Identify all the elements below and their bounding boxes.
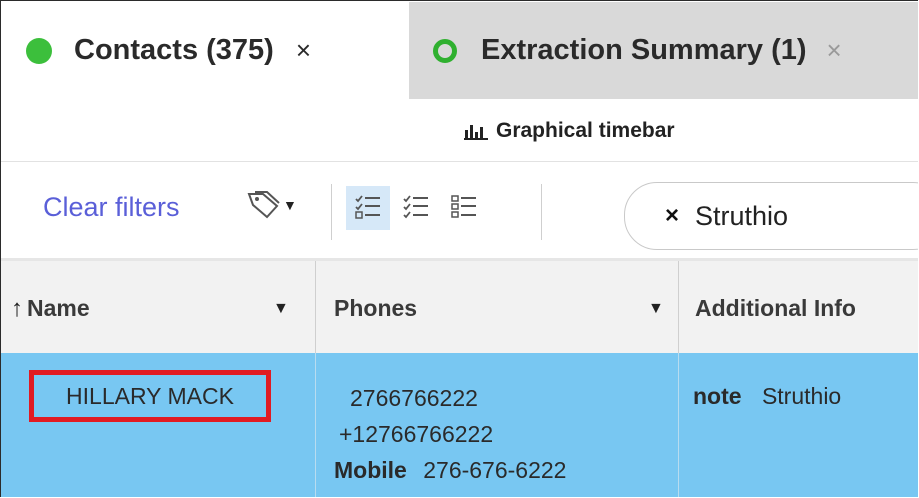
contact-name: HILLARY MACK bbox=[66, 382, 234, 409]
column-dropdown-icon[interactable]: ▼ bbox=[273, 300, 289, 318]
table-header: ↑ Name ▼ Phones ▼ Additional Info bbox=[1, 258, 918, 356]
list-partial-view-icon bbox=[403, 195, 428, 219]
toolbar-divider bbox=[331, 184, 332, 240]
view-checked-list-button[interactable] bbox=[346, 186, 390, 230]
sort-ascending-icon: ↑ bbox=[11, 294, 23, 322]
phone-entry: Mobile 276-676-6222 bbox=[334, 457, 566, 484]
column-header-name[interactable]: ↑ Name ▼ bbox=[1, 261, 316, 356]
filter-toolbar: Clear filters ▼ × Struthio bbox=[1, 162, 918, 258]
view-plain-list-button[interactable] bbox=[442, 186, 486, 230]
column-header-phones[interactable]: Phones ▼ bbox=[316, 261, 679, 356]
tab-bar: Contacts (375) × Extraction Summary (1) … bbox=[2, 2, 918, 99]
graphical-timebar-button[interactable]: Graphical timebar bbox=[464, 119, 675, 143]
timebar-strip: Graphical timebar bbox=[1, 99, 918, 162]
chevron-down-icon: ▼ bbox=[283, 197, 297, 213]
list-plain-view-icon bbox=[451, 195, 476, 218]
column-label: Phones bbox=[334, 295, 418, 321]
list-checked-view-icon bbox=[355, 195, 380, 219]
toolbar-divider bbox=[541, 184, 542, 240]
close-tab-icon[interactable]: × bbox=[296, 35, 311, 66]
tab-contacts[interactable]: Contacts (375) × bbox=[2, 2, 409, 99]
column-header-additional-info[interactable]: Additional Info bbox=[679, 261, 918, 356]
search-term: Struthio bbox=[695, 200, 789, 231]
clear-search-icon[interactable]: × bbox=[665, 202, 679, 230]
tab-extraction-summary[interactable]: Extraction Summary (1) × bbox=[409, 2, 918, 99]
phone-type: Mobile bbox=[334, 457, 407, 483]
tab-label: Contacts (375) bbox=[74, 34, 274, 66]
contacts-window: Contacts (375) × Extraction Summary (1) … bbox=[0, 0, 918, 497]
view-partial-list-button[interactable] bbox=[394, 186, 438, 230]
cell-name: HILLARY MACK bbox=[1, 353, 316, 497]
column-label: Name bbox=[27, 295, 90, 321]
tag-filter-dropdown[interactable]: ▼ bbox=[246, 190, 297, 220]
search-filter-chip[interactable]: × Struthio bbox=[624, 182, 918, 250]
status-dot-icon bbox=[26, 37, 52, 64]
clear-filters-link[interactable]: Clear filters bbox=[43, 192, 180, 223]
additional-info: note Struthio bbox=[693, 383, 841, 410]
tab-label: Extraction Summary (1) bbox=[481, 34, 807, 66]
info-value: Struthio bbox=[761, 383, 842, 409]
phone-number: 2766766222 bbox=[350, 385, 478, 411]
phone-number: +12766766222 bbox=[339, 421, 494, 447]
table-row[interactable]: HILLARY MACK 2766766222 +12766766222 Mob… bbox=[1, 353, 918, 497]
bar-chart-icon bbox=[464, 125, 488, 140]
column-dropdown-icon[interactable]: ▼ bbox=[648, 300, 664, 318]
tag-icon bbox=[247, 191, 280, 219]
timebar-label: Graphical timebar bbox=[496, 119, 675, 142]
highlight-box: HILLARY MACK bbox=[29, 370, 271, 422]
column-label: Additional Info bbox=[695, 295, 856, 321]
status-ring-icon bbox=[433, 38, 457, 63]
close-tab-icon[interactable]: × bbox=[827, 35, 842, 66]
info-key: note bbox=[693, 383, 742, 409]
phone-number: 276-676-6222 bbox=[423, 457, 567, 483]
